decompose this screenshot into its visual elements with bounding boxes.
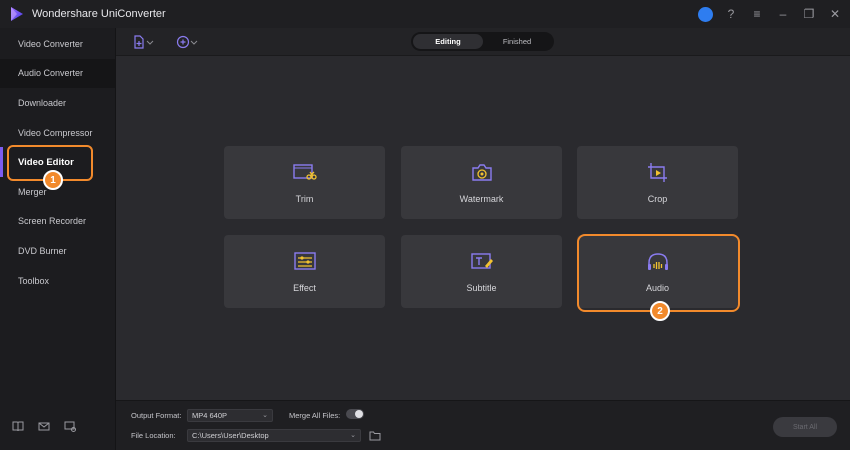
sidebar-item-label: Toolbox: [18, 275, 50, 286]
sidebar-item-video-compressor[interactable]: Video Compressor: [0, 118, 115, 148]
file-location-value: C:\Users\User\Desktop: [192, 431, 269, 440]
maximize-button[interactable]: ❐: [800, 5, 818, 23]
crop-icon: [647, 162, 667, 182]
close-icon: ✕: [829, 7, 841, 21]
trim-card[interactable]: Trim: [224, 146, 385, 219]
sidebar-item-label: DVD Burner: [18, 245, 67, 256]
editing-finished-toggle: Editing Finished: [411, 32, 554, 51]
mail-icon[interactable]: [38, 420, 50, 432]
sidebar-item-video-converter[interactable]: Video Converter: [0, 29, 115, 59]
sidebar-item-downloader[interactable]: Downloader: [0, 88, 115, 118]
trim-icon: [292, 163, 317, 180]
account-button[interactable]: [696, 5, 714, 23]
help-button[interactable]: ?: [722, 5, 740, 23]
minimize-icon: –: [779, 7, 787, 21]
sidebar-item-label: Downloader: [18, 97, 67, 108]
chevron-down-icon: [190, 40, 198, 45]
file-location-label: File Location:: [131, 431, 176, 440]
start-all-button[interactable]: Start All: [773, 417, 837, 437]
chevron-down-icon: [146, 40, 154, 45]
tab-editing[interactable]: Editing: [413, 34, 483, 49]
add-media-icon: [176, 35, 190, 49]
sidebar-footer: [12, 420, 76, 432]
subtitle-card[interactable]: Subtitle: [401, 235, 562, 308]
output-format-value: MP4 640P: [192, 411, 228, 420]
chevron-down-icon: ⌄: [350, 432, 356, 439]
bottom-bar: Output Format: MP4 640P ⌄ Merge All File…: [116, 400, 850, 450]
crop-card[interactable]: Crop: [577, 146, 738, 219]
watermark-card[interactable]: Watermark: [401, 146, 562, 219]
top-toolbar: Editing Finished: [116, 28, 850, 56]
sidebar-item-label: Audio Converter: [18, 68, 84, 79]
maximize-icon: ❐: [803, 7, 815, 21]
file-location-select[interactable]: C:\Users\User\Desktop ⌄: [187, 429, 361, 442]
chevron-down-icon: ⌄: [262, 412, 268, 419]
watermark-icon: [471, 163, 492, 181]
tab-finished[interactable]: Finished: [483, 34, 551, 49]
minimize-button[interactable]: –: [774, 5, 792, 23]
merge-all-files-toggle[interactable]: [346, 409, 364, 419]
title-bar: Wondershare UniConverter ? ≡ – ❐ ✕: [0, 0, 850, 28]
sidebar-item-label: Merger: [18, 186, 47, 197]
output-format-select[interactable]: MP4 640P ⌄: [187, 409, 273, 422]
sidebar-item-label: Video Converter: [18, 38, 83, 49]
add-media-button[interactable]: [176, 34, 202, 50]
add-file-icon: [134, 35, 144, 49]
effect-card[interactable]: Effect: [224, 235, 385, 308]
sidebar-item-label: Video Compressor: [18, 127, 93, 138]
effect-icon: [293, 251, 316, 270]
close-button[interactable]: ✕: [826, 5, 844, 23]
step-badge-2: 2: [650, 301, 670, 321]
effect-label: Effect: [293, 282, 316, 293]
folder-icon[interactable]: [369, 431, 381, 441]
app-title: Wondershare UniConverter: [32, 8, 166, 20]
output-format-label: Output Format:: [131, 411, 182, 420]
help-icon: ?: [727, 7, 735, 21]
sidebar-item-screen-recorder[interactable]: Screen Recorder: [0, 207, 115, 237]
crop-label: Crop: [647, 193, 668, 204]
sidebar-item-label: Screen Recorder: [18, 216, 87, 227]
sidebar-item-toolbox[interactable]: Toolbox: [0, 266, 115, 296]
step-badge-1: 1: [43, 170, 63, 190]
merge-all-files-label: Merge All Files:: [289, 411, 341, 420]
sidebar-item-audio-converter[interactable]: Audio Converter: [0, 58, 115, 89]
watermark-label: Watermark: [459, 193, 504, 204]
book-icon[interactable]: [12, 420, 24, 432]
sidebar: Video Converter Audio Converter Download…: [0, 28, 116, 450]
subtitle-icon: [470, 252, 493, 269]
menu-icon: ≡: [753, 7, 761, 21]
trim-label: Trim: [295, 193, 314, 204]
feedback-icon[interactable]: [64, 420, 76, 432]
menu-button[interactable]: ≡: [748, 5, 766, 23]
editor-panel: Trim Watermark Crop Effect Subtitle Audi…: [116, 56, 850, 400]
sidebar-item-dvd-burner[interactable]: DVD Burner: [0, 236, 115, 266]
subtitle-label: Subtitle: [466, 282, 497, 293]
user-avatar-icon: [697, 6, 713, 22]
add-files-button[interactable]: [132, 34, 156, 50]
app-logo-icon: [11, 7, 23, 21]
window-controls: ? ≡ – ❐ ✕: [696, 5, 844, 23]
